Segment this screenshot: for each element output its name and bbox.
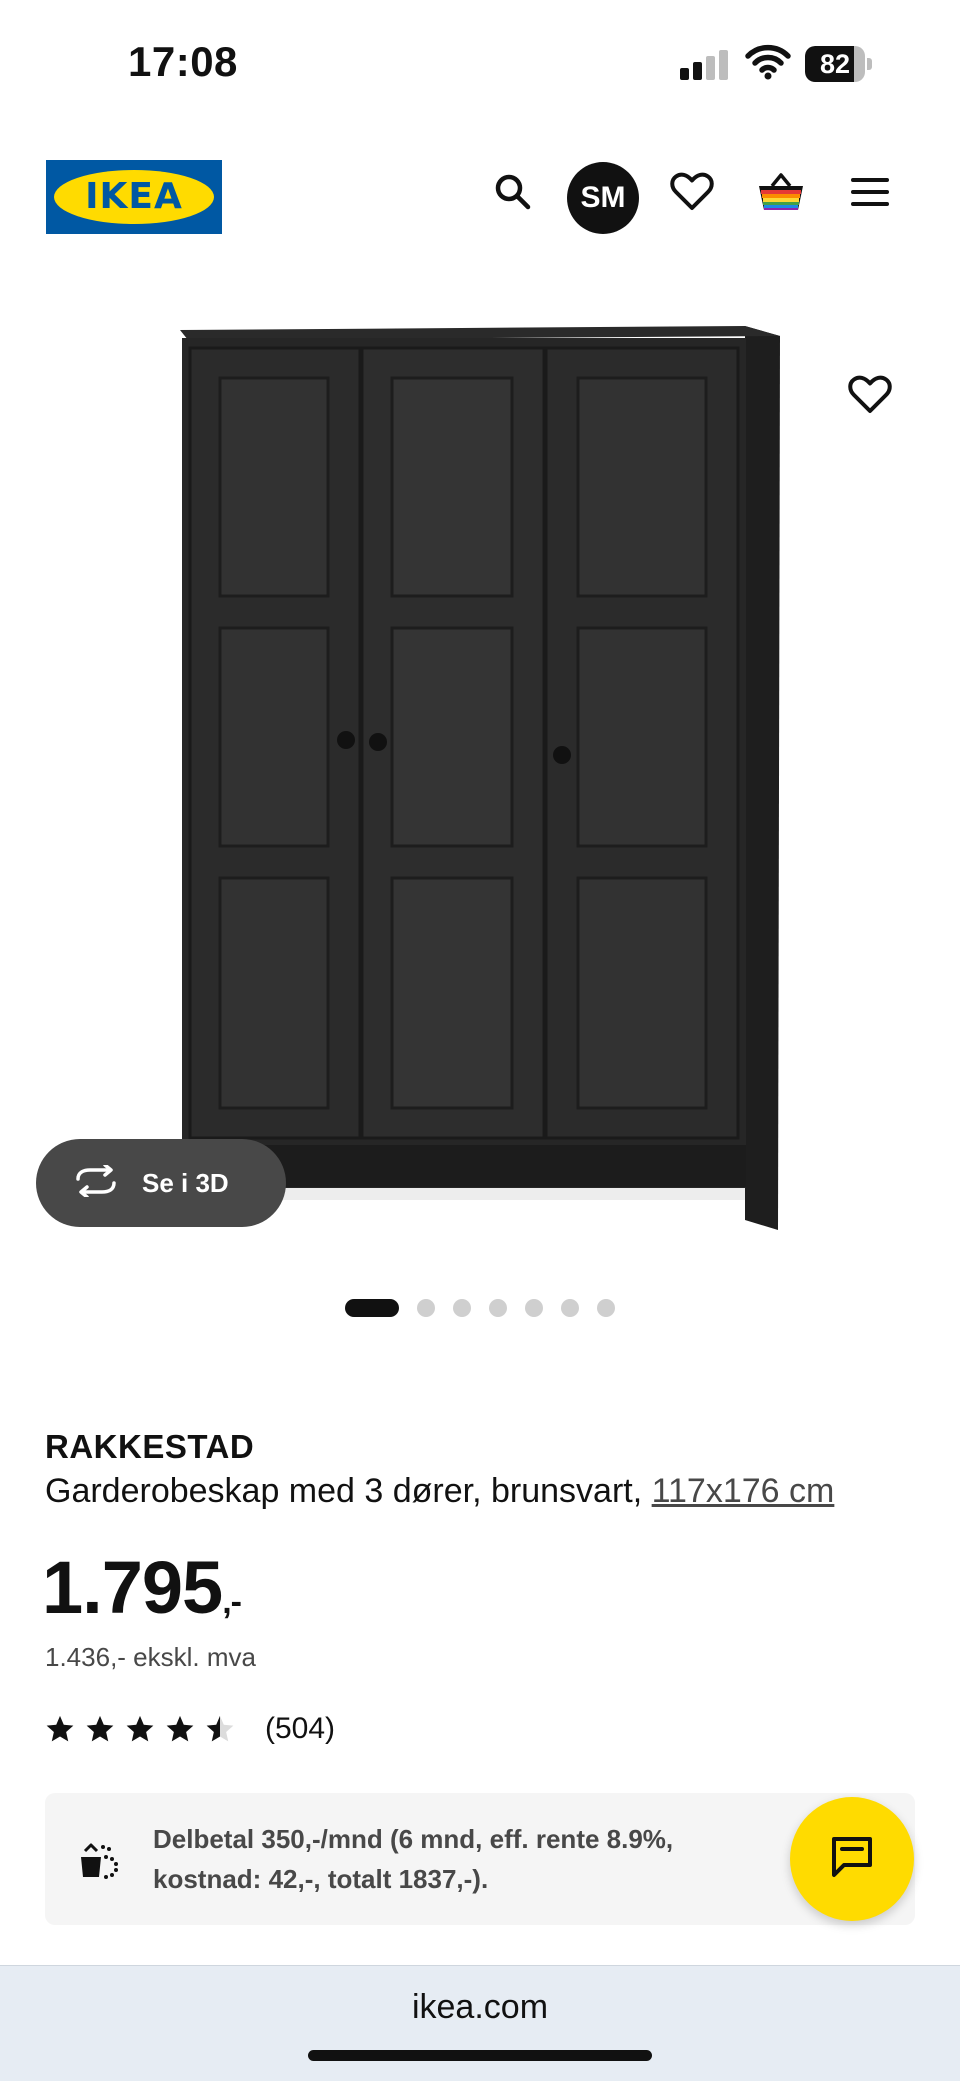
rating-count: (504) xyxy=(265,1712,336,1745)
ikea-logo[interactable]: IKEA xyxy=(46,160,222,234)
url-text[interactable]: ikea.com xyxy=(0,1988,960,2027)
product-image[interactable] xyxy=(0,300,960,1260)
chat-button[interactable] xyxy=(790,1797,914,1921)
signal-icon xyxy=(680,48,732,80)
battery-indicator: 82 xyxy=(805,46,872,82)
carousel-dot[interactable] xyxy=(597,1299,615,1317)
installment-info[interactable]: Delbetal 350,-/mnd (6 mnd, eff. rente 8.… xyxy=(45,1793,915,1925)
price-amount: 1.795 xyxy=(42,1546,223,1629)
star-icon xyxy=(86,1715,114,1742)
avatar[interactable]: SM xyxy=(567,162,639,234)
browser-url-bar[interactable]: ikea.com xyxy=(0,1965,960,2081)
carousel-dot[interactable] xyxy=(525,1299,543,1317)
carousel-dot-active[interactable] xyxy=(345,1299,399,1317)
carousel-dot[interactable] xyxy=(489,1299,507,1317)
installment-text: Delbetal 350,-/mnd (6 mnd, eff. rente 8.… xyxy=(153,1819,753,1899)
see-in-3d-button[interactable]: Se i 3D xyxy=(36,1139,286,1227)
carousel-dot[interactable] xyxy=(417,1299,435,1317)
installment-line-1: Delbetal 350,-/mnd (6 mnd, eff. rente 8.… xyxy=(153,1824,674,1854)
star-icon xyxy=(126,1715,154,1742)
logo-text: IKEA xyxy=(85,176,183,217)
product-description: Garderobeskap med 3 dører, brunsvart, 11… xyxy=(45,1472,834,1511)
half-star-icon xyxy=(206,1715,234,1742)
product-size-link[interactable]: 117x176 cm xyxy=(652,1472,835,1510)
product-rating[interactable]: (504) xyxy=(45,1712,335,1746)
product-description-text: Garderobeskap med 3 dører, brunsvart, xyxy=(45,1472,643,1510)
image-carousel-dots xyxy=(345,1298,633,1318)
price-excluding-vat: 1.436,- ekskl. mva xyxy=(45,1642,256,1672)
chat-icon xyxy=(828,1835,876,1884)
status-time: 17:08 xyxy=(128,38,238,85)
heart-icon[interactable] xyxy=(662,162,722,222)
payment-plan-icon xyxy=(75,1837,121,1883)
status-bar: 17:08 82 xyxy=(0,0,960,130)
product-price: 1.795,- xyxy=(42,1545,242,1630)
menu-icon[interactable] xyxy=(840,162,900,222)
site-header: IKEA SM xyxy=(0,150,960,240)
add-to-favourites-icon[interactable] xyxy=(840,365,900,425)
wifi-icon xyxy=(745,44,791,80)
carousel-dot[interactable] xyxy=(561,1299,579,1317)
battery-level: 82 xyxy=(819,49,851,79)
star-icon xyxy=(166,1715,194,1742)
see-in-3d-label: Se i 3D xyxy=(142,1167,229,1198)
product-name: RAKKESTAD xyxy=(45,1428,255,1465)
installment-line-2: kostnad: 42,-, totalt 1837,-). xyxy=(153,1864,489,1894)
basket-icon[interactable] xyxy=(751,162,811,222)
price-suffix: ,- xyxy=(222,1583,242,1621)
carousel-dot[interactable] xyxy=(453,1299,471,1317)
search-icon[interactable] xyxy=(483,162,543,222)
home-indicator[interactable] xyxy=(308,2050,652,2061)
rotate-3d-icon xyxy=(72,1162,120,1202)
star-icon xyxy=(46,1715,74,1742)
